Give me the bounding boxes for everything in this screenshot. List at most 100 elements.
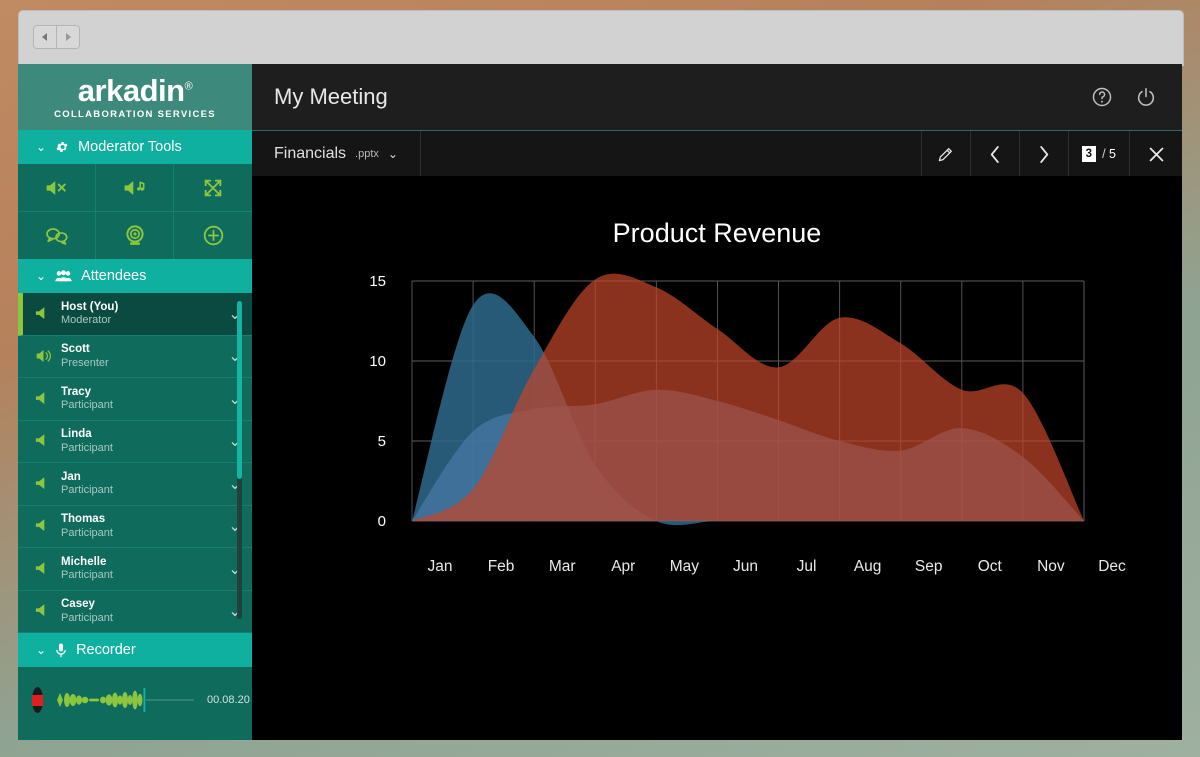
- attendee-row[interactable]: Scott Presenter ⌄: [18, 336, 252, 378]
- attendee-info: Thomas Participant: [61, 513, 218, 539]
- current-page-value[interactable]: 3: [1081, 145, 1097, 163]
- next-slide-button[interactable]: [1020, 131, 1069, 177]
- slide-canvas: Product Revenue 0 5 10 15 Jan Feb Mar Apr May Jun…: [252, 176, 1182, 740]
- file-selector[interactable]: Financials .pptx ⌄: [252, 131, 421, 177]
- attendee-role: Participant: [61, 484, 113, 497]
- attendee-row[interactable]: Thomas Participant ⌄: [18, 506, 252, 548]
- attendee-name: Thomas: [61, 513, 106, 526]
- attendee-role: Participant: [61, 399, 113, 412]
- speaker-icon[interactable]: [35, 518, 61, 534]
- y-axis-tick-label: 15: [369, 273, 386, 290]
- speaking-icon[interactable]: [35, 348, 61, 364]
- add-participant-icon: [203, 225, 223, 246]
- page-title: My Meeting: [274, 84, 388, 109]
- section-label-recorder: Recorder: [76, 642, 136, 658]
- speaker-icon[interactable]: [35, 306, 61, 322]
- speaker-icon[interactable]: [35, 561, 61, 577]
- webcam-icon: [125, 224, 144, 245]
- annotate-button[interactable]: [922, 131, 971, 177]
- speaker-icon[interactable]: [35, 476, 61, 492]
- speaker-icon[interactable]: [35, 433, 61, 449]
- attendee-role: Participant: [61, 526, 113, 539]
- chevron-down-icon[interactable]: ⌄: [218, 346, 252, 366]
- audio-waveform: [55, 685, 195, 715]
- x-axis-tick-label: Mar: [549, 558, 576, 575]
- attendee-name: Casey: [61, 598, 95, 611]
- chevron-down-icon[interactable]: ⌄: [218, 431, 252, 451]
- attendee-info: Scott Presenter: [61, 343, 218, 369]
- webcam-button[interactable]: [96, 212, 174, 259]
- chevron-down-icon[interactable]: ⌄: [218, 474, 252, 494]
- browser-back-button[interactable]: [34, 26, 56, 48]
- browser-forward-button[interactable]: [56, 26, 79, 48]
- section-header-attendees[interactable]: ⌄ Attendees: [18, 259, 252, 293]
- attendee-role: Presenter: [61, 356, 109, 369]
- x-axis-tick-label: Jul: [797, 558, 817, 575]
- attendee-row[interactable]: Michelle Participant ⌄: [18, 548, 252, 591]
- play-sound-icon: [124, 180, 144, 195]
- attendee-row[interactable]: Linda Participant ⌄: [18, 421, 252, 463]
- main-panel: My Meeting Financials .pptx ⌄ 3 / 5 Prod…: [252, 64, 1182, 740]
- attendee-name: Host (You): [61, 300, 119, 313]
- attendee-scrollbar-thumb[interactable]: [237, 301, 242, 479]
- close-presentation-button[interactable]: [1130, 131, 1182, 177]
- meeting-header: My Meeting: [252, 64, 1182, 131]
- attendee-row[interactable]: Host (You) Moderator ⌄: [18, 293, 252, 336]
- attendee-info: Tracy Participant: [61, 386, 218, 412]
- previous-slide-button[interactable]: [971, 131, 1020, 177]
- attendee-row[interactable]: Tracy Participant ⌄: [18, 378, 252, 421]
- gear-icon: [55, 140, 69, 154]
- attendee-name: Scott: [61, 343, 90, 356]
- screenshot-root: arkadin® COLLABORATION SERVICES ⌄ Modera…: [0, 0, 1200, 757]
- chevron-down-icon[interactable]: ⌄: [218, 304, 252, 324]
- chevron-down-icon: ⌄: [36, 643, 47, 657]
- chevron-down-icon[interactable]: ⌄: [218, 389, 252, 409]
- x-axis-tick-label: May: [670, 558, 700, 575]
- stop-recording-button[interactable]: [32, 687, 43, 713]
- section-header-recorder[interactable]: ⌄ Recorder: [18, 633, 252, 667]
- chevron-down-icon[interactable]: ⌄: [218, 516, 252, 536]
- attendee-row[interactable]: Jan Participant ⌄: [18, 463, 252, 506]
- chevron-down-icon[interactable]: ⌄: [218, 559, 252, 579]
- attendee-info: Michelle Participant: [61, 556, 218, 582]
- help-button[interactable]: [1090, 85, 1114, 109]
- mute-all-icon: [46, 180, 66, 195]
- y-axis-tick-label: 10: [369, 353, 386, 370]
- power-button[interactable]: [1134, 85, 1158, 109]
- attendee-info: Linda Participant: [61, 428, 218, 454]
- help-circle-icon: [1092, 87, 1112, 107]
- chevron-down-icon[interactable]: ⌄: [218, 601, 252, 621]
- add-participant-button[interactable]: [174, 212, 252, 259]
- x-axis-tick-label: Feb: [488, 558, 515, 575]
- x-axis-tick-label: Dec: [1098, 558, 1126, 575]
- chart-area: 0 5 10 15 Jan Feb Mar Apr May Jun Jul Aug Sep Oct Nov D…: [252, 176, 1182, 740]
- chat-icon: [45, 227, 68, 245]
- play-sound-button[interactable]: [96, 164, 174, 212]
- mute-all-button[interactable]: [18, 164, 96, 212]
- attendee-info: Jan Participant: [61, 471, 218, 497]
- people-icon: [55, 269, 72, 283]
- brand-tagline: COLLABORATION SERVICES: [54, 108, 216, 120]
- section-label-moderator-tools: Moderator Tools: [78, 139, 182, 155]
- page-indicator[interactable]: 3 / 5: [1069, 131, 1130, 177]
- attendee-name: Tracy: [61, 385, 92, 398]
- speaker-icon[interactable]: [35, 391, 61, 407]
- chevron-down-icon: ⌄: [36, 140, 47, 154]
- attendee-scrollbar-track[interactable]: [237, 301, 242, 619]
- header-actions: [1090, 85, 1182, 109]
- browser-chrome: [18, 10, 1184, 66]
- attendee-row[interactable]: Casey Participant ⌄: [18, 591, 252, 633]
- x-axis-tick-label: Jan: [428, 558, 453, 575]
- y-axis-tick-label: 5: [378, 433, 386, 450]
- attendee-list[interactable]: Host (You) Moderator ⌄ Scott Presenter ⌄ Tracy…: [18, 293, 252, 633]
- expand-icon: [204, 179, 222, 196]
- section-label-attendees: Attendees: [81, 268, 147, 284]
- chat-button[interactable]: [18, 212, 96, 259]
- microphone-icon: [55, 643, 67, 658]
- speaker-icon[interactable]: [35, 603, 61, 619]
- expand-button[interactable]: [174, 164, 252, 212]
- section-header-moderator-tools[interactable]: ⌄ Moderator Tools: [18, 130, 252, 164]
- page-separator: /: [1102, 147, 1106, 161]
- attendee-name: Michelle: [61, 555, 107, 568]
- x-axis-tick-label: Jun: [733, 558, 758, 575]
